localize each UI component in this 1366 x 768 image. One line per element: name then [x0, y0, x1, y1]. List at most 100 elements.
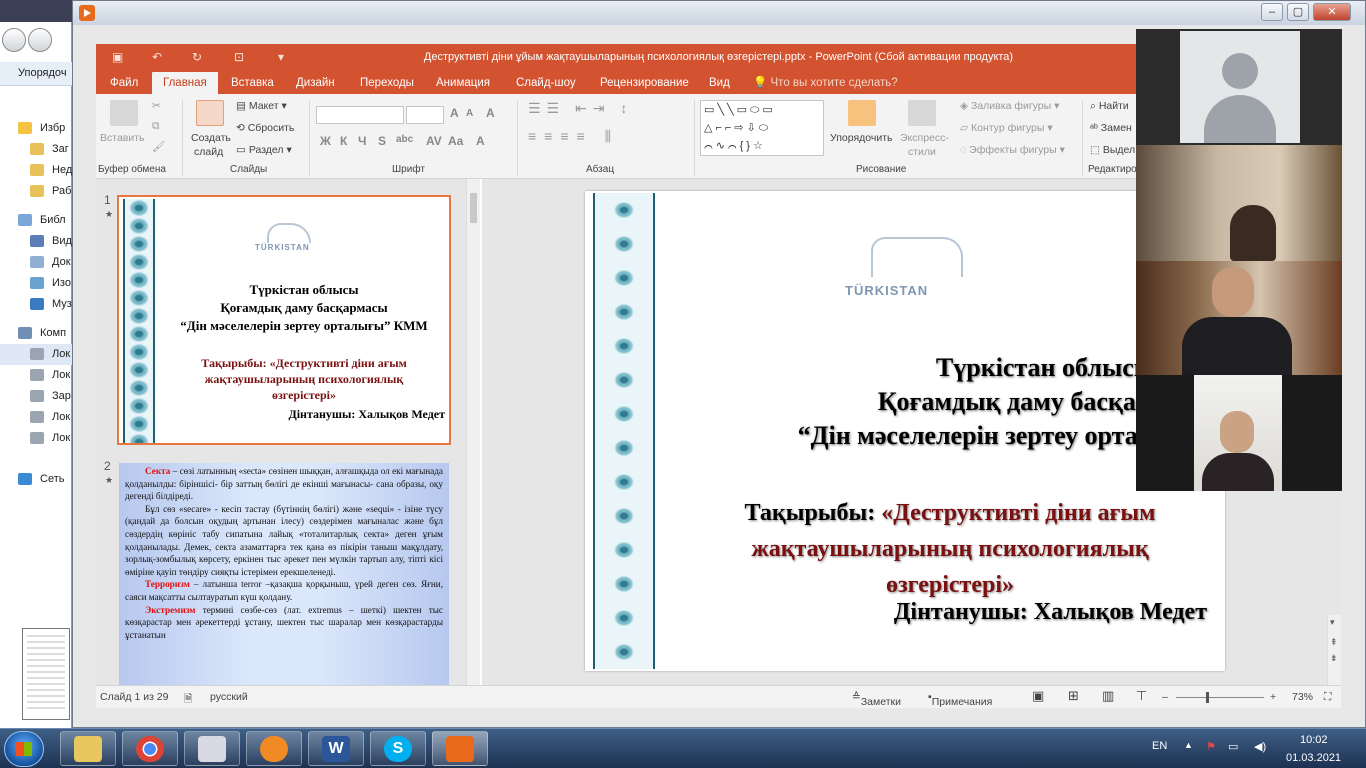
font-format-button[interactable]: Aa: [448, 134, 463, 148]
font-size-combo[interactable]: [406, 106, 444, 124]
slide-thumbnail-1[interactable]: TÜRKISTAN Түркістан облысы Қоғамдық даму…: [117, 195, 451, 445]
fit-slide-icon[interactable]: ⛶: [1324, 691, 1331, 704]
tab-5[interactable]: Анимация: [434, 72, 492, 94]
layout-button[interactable]: ▤ Макет ▾: [236, 100, 287, 112]
copy-icon[interactable]: ⧉: [152, 120, 160, 133]
explorer-item-4[interactable]: Библ: [0, 210, 72, 231]
back-icon[interactable]: [2, 28, 26, 52]
explorer-item-1[interactable]: Заг: [0, 139, 72, 160]
notes-button[interactable]: ≙ Заметки: [852, 691, 901, 708]
grow-font-icon[interactable]: A: [450, 106, 459, 120]
reset-button[interactable]: ⟲ Сбросить: [236, 122, 294, 134]
tab-8[interactable]: Вид: [707, 72, 732, 94]
select-button[interactable]: ⬚ Выдел: [1090, 144, 1135, 156]
current-slide[interactable]: TÜRKISTAN Түркістан облысы Қоғамдық даму…: [585, 191, 1225, 671]
shrink-font-icon[interactable]: A: [466, 108, 473, 119]
video-participant-1[interactable]: [1136, 29, 1342, 145]
font-format-button[interactable]: К: [340, 134, 347, 148]
thumbs-scroll-thumb[interactable]: [470, 193, 477, 223]
format-painter-icon[interactable]: 🖌: [152, 140, 165, 153]
maximize-button[interactable]: ▢: [1287, 3, 1309, 21]
find-button[interactable]: ⌕ Найти: [1090, 100, 1129, 113]
shape-effects-button[interactable]: ◌ Эффекты фигуры ▾: [960, 144, 1065, 156]
arrange-button[interactable]: Упорядочить: [830, 132, 892, 144]
forward-icon[interactable]: [28, 28, 52, 52]
font-format-button[interactable]: S: [378, 134, 386, 148]
replace-button[interactable]: ᵃᵇ Замен: [1090, 122, 1132, 134]
zoom-level[interactable]: 73%: [1292, 691, 1313, 703]
taskbar-paint[interactable]: [184, 731, 240, 766]
reading-view-icon[interactable]: ▥: [1102, 688, 1114, 704]
video-participant-3[interactable]: [1136, 261, 1342, 375]
next-slide-icon[interactable]: ⇟: [1330, 653, 1338, 664]
explorer-item-15[interactable]: Сеть: [0, 469, 72, 490]
explorer-item-3[interactable]: Раб: [0, 181, 72, 202]
explorer-item-12[interactable]: Зар: [0, 386, 72, 407]
taskbar-chrome[interactable]: [122, 731, 178, 766]
cut-icon[interactable]: ✂: [152, 100, 161, 112]
zoom-in-icon[interactable]: +: [1270, 691, 1276, 703]
language-status[interactable]: русский: [210, 691, 248, 703]
taskbar-skype[interactable]: S: [370, 731, 426, 766]
tab-3[interactable]: Дизайн: [294, 72, 337, 94]
taskbar-explorer[interactable]: [60, 731, 116, 766]
network-icon[interactable]: ▭: [1228, 740, 1238, 753]
quick-styles-icon[interactable]: [908, 100, 936, 126]
zoom-slider[interactable]: [1176, 697, 1264, 698]
shape-outline-button[interactable]: ▱ Контур фигуры ▾: [960, 122, 1053, 134]
tab-1[interactable]: Главная: [152, 72, 218, 94]
font-format-button[interactable]: A: [476, 134, 485, 148]
prev-slide-icon[interactable]: ⇞: [1330, 637, 1338, 648]
volume-icon[interactable]: ◀): [1254, 740, 1266, 753]
clock-time[interactable]: 10:02: [1300, 734, 1328, 746]
font-format-button[interactable]: Ж: [320, 134, 331, 148]
font-name-combo[interactable]: [316, 106, 404, 124]
taskbar-word[interactable]: W: [308, 731, 364, 766]
taskbar-browser[interactable]: [246, 731, 302, 766]
align-buttons[interactable]: ≡≡≡≡ ⫼: [528, 128, 619, 145]
list-buttons[interactable]: ☰☰ ⇤⇥ ↕: [528, 100, 633, 117]
shape-fill-button[interactable]: ◈ Заливка фигуры ▾: [960, 100, 1059, 112]
explorer-item-6[interactable]: Док: [0, 252, 72, 273]
explorer-item-0[interactable]: Избр: [0, 118, 72, 139]
explorer-item-13[interactable]: Лок: [0, 407, 72, 428]
section-button[interactable]: ▭ Раздел ▾: [236, 144, 292, 156]
spellcheck-icon[interactable]: 🗎: [184, 691, 192, 709]
close-button[interactable]: ✕: [1313, 3, 1351, 21]
zoom-out-icon[interactable]: –: [1162, 691, 1168, 703]
explorer-item-9[interactable]: Комп: [0, 323, 72, 344]
flag-icon[interactable]: ⚑: [1206, 740, 1216, 753]
window-preview[interactable]: [22, 628, 70, 720]
zoom-slider-thumb[interactable]: [1206, 692, 1209, 703]
explorer-item-7[interactable]: Изо: [0, 273, 72, 294]
slide-thumbnail-2[interactable]: Секта – сөзі латынның «secta» сөзінен шы…: [119, 463, 449, 685]
explorer-item-11[interactable]: Лок: [0, 365, 72, 386]
normal-view-icon[interactable]: ▣: [1032, 688, 1044, 704]
new-slide-button[interactable]: Создать: [191, 132, 231, 144]
show-hidden-icons-icon[interactable]: ▲: [1184, 740, 1193, 750]
slideshow-view-icon[interactable]: ⊤: [1136, 688, 1147, 704]
thumbs-scrollbar[interactable]: [466, 179, 480, 685]
paste-icon[interactable]: [110, 100, 138, 126]
taskbar-player[interactable]: [432, 731, 488, 766]
video-participant-2[interactable]: [1136, 145, 1342, 261]
paste-button[interactable]: Вставить: [100, 132, 145, 144]
video-participant-4[interactable]: [1136, 375, 1342, 491]
font-format-button[interactable]: abc: [396, 134, 413, 145]
start-button[interactable]: [4, 731, 44, 767]
sorter-view-icon[interactable]: ⊞: [1068, 688, 1079, 704]
arrange-icon[interactable]: [848, 100, 876, 126]
explorer-item-2[interactable]: Нед: [0, 160, 72, 181]
editor-scrollbar[interactable]: ▾ ⇞ ⇟: [1327, 615, 1341, 685]
tab-6[interactable]: Слайд-шоу: [514, 72, 578, 94]
scroll-down-icon[interactable]: ▾: [1330, 617, 1335, 628]
shapes-gallery[interactable]: ▭╲╲▭⬭▭ △⌐⌐⇨⇩⬭ ⌒∿⌒{}☆: [700, 100, 824, 156]
clock-date[interactable]: 01.03.2021: [1286, 752, 1341, 764]
clear-format-icon[interactable]: A: [486, 106, 495, 120]
explorer-item-8[interactable]: Муз: [0, 294, 72, 315]
tab-4[interactable]: Переходы: [358, 72, 416, 94]
new-slide-icon[interactable]: [196, 100, 224, 126]
language-indicator[interactable]: EN: [1152, 740, 1167, 752]
comments-button[interactable]: ▪ Примечания: [928, 691, 992, 708]
quick-styles-button[interactable]: Экспресс-: [900, 132, 949, 144]
